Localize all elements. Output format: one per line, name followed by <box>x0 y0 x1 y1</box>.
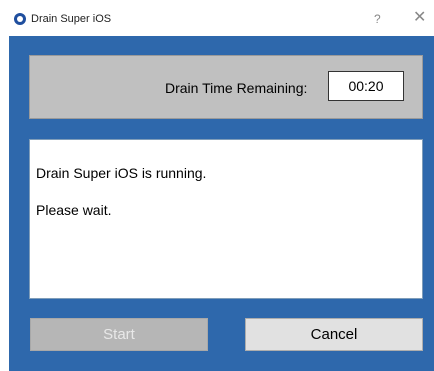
status-running-text: Drain Super iOS is running. <box>36 165 207 181</box>
start-button[interactable]: Start <box>30 318 208 351</box>
help-button[interactable]: ? <box>374 11 381 27</box>
close-icon[interactable]: ✕ <box>413 9 426 27</box>
app-icon <box>14 13 26 25</box>
cancel-button[interactable]: Cancel <box>245 318 423 351</box>
drain-time-value: 00:20 <box>328 71 404 101</box>
dialog-body: Drain Time Remaining: 00:20 Drain Super … <box>9 36 434 371</box>
status-message-box: Drain Super iOS is running. Please wait. <box>29 139 423 299</box>
dialog-window: Drain Super iOS ? ✕ Drain Time Remaining… <box>0 0 434 371</box>
timer-panel: Drain Time Remaining: 00:20 <box>29 55 423 119</box>
window-title: Drain Super iOS <box>31 13 112 25</box>
drain-time-label: Drain Time Remaining: <box>165 80 308 96</box>
status-wait-text: Please wait. <box>36 202 112 218</box>
title-bar: Drain Super iOS ? ✕ <box>9 8 434 34</box>
